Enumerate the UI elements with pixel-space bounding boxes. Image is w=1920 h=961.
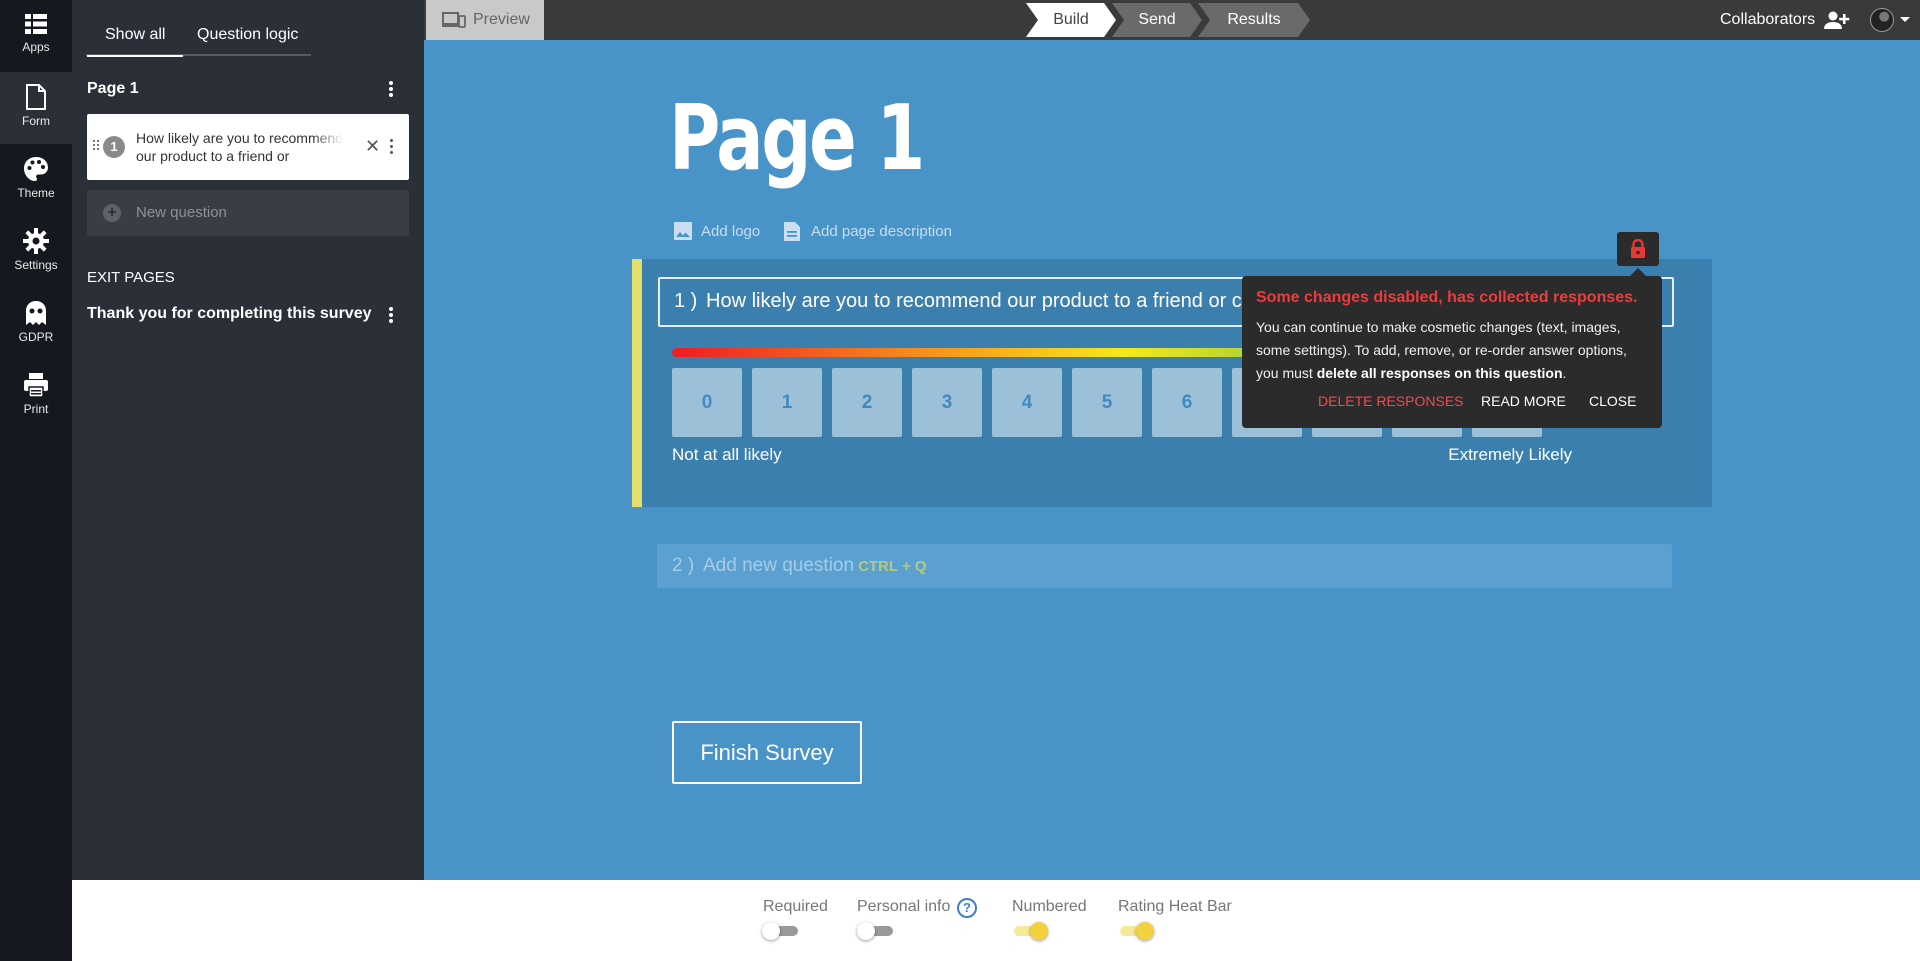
- app-rail: Apps Form Theme Settings GDPR Print: [0, 0, 72, 961]
- tab-show-all[interactable]: Show all: [86, 26, 185, 57]
- scale-option[interactable]: 3: [912, 368, 982, 437]
- rail-label: Print: [23, 402, 49, 416]
- step-send[interactable]: Send: [1112, 3, 1202, 37]
- description-icon: [784, 222, 800, 241]
- avatar[interactable]: [1870, 8, 1894, 32]
- question-2-placeholder: Add new question CTRL + Q: [703, 555, 927, 576]
- scale-option[interactable]: 0: [672, 368, 742, 437]
- lock-icon: [1631, 239, 1645, 258]
- numbered-label: Numbered: [1012, 898, 1087, 915]
- rating-heat-bar-toggle[interactable]: [1116, 922, 1154, 940]
- rail-item-form[interactable]: Form: [0, 72, 72, 144]
- personal-info-label: Personal info: [857, 898, 951, 915]
- active-question-accent: [632, 259, 642, 507]
- remove-question-icon[interactable]: ✕: [365, 136, 380, 157]
- apps-grid-icon: [25, 14, 47, 34]
- palette-icon: [24, 157, 48, 181]
- page-title[interactable]: Page 1: [669, 84, 925, 194]
- rail-item-theme[interactable]: Theme: [0, 144, 72, 216]
- plus-icon: +: [103, 204, 121, 222]
- question-1-number: 1 ): [674, 290, 698, 312]
- add-new-question-field[interactable]: 2 ) Add new question CTRL + Q: [657, 544, 1672, 588]
- question-card[interactable]: 1 How likely are you to recommend our pr…: [87, 114, 409, 180]
- scale-option[interactable]: 1: [752, 368, 822, 437]
- shortcut-hint: CTRL + Q: [858, 558, 927, 575]
- step-build[interactable]: Build: [1026, 3, 1116, 37]
- add-logo-label: Add logo: [701, 223, 761, 240]
- rail-label: Settings: [14, 258, 58, 272]
- rail-label: Theme: [17, 186, 55, 200]
- question-options-bar: Required Personal info ? Numbered Rating…: [72, 880, 1920, 961]
- question-menu-icon[interactable]: [381, 137, 401, 157]
- preview-button[interactable]: Preview: [426, 0, 544, 40]
- personal-info-toggle[interactable]: [857, 922, 893, 940]
- new-question-button[interactable]: + New question: [87, 190, 409, 236]
- scale-option[interactable]: 2: [832, 368, 902, 437]
- question-panel: Show all Question logic Page 1 1 How lik…: [72, 0, 424, 880]
- panel-tabs: Show all Question logic: [86, 20, 311, 57]
- printer-icon: [24, 373, 48, 398]
- question-card-text: How likely are you to recommend our prod…: [136, 130, 343, 167]
- locked-question-button[interactable]: [1617, 232, 1659, 266]
- scale-option[interactable]: 4: [992, 368, 1062, 437]
- document-icon: [26, 84, 46, 110]
- required-toggle[interactable]: [762, 922, 798, 940]
- help-icon[interactable]: ?: [957, 898, 977, 918]
- question-2-number: 2 ): [672, 555, 695, 576]
- collaborators-button[interactable]: Collaborators: [1720, 11, 1815, 29]
- high-anchor-label: Extremely Likely: [1448, 445, 1572, 464]
- add-description-label: Add page description: [811, 223, 952, 240]
- preview-label: Preview: [473, 11, 530, 28]
- page-menu-icon[interactable]: [381, 79, 401, 99]
- ghost-icon: [26, 301, 46, 325]
- question-number-badge: 1: [103, 136, 125, 158]
- finish-survey-button[interactable]: Finish Survey: [672, 721, 862, 784]
- changes-disabled-tooltip: Some changes disabled, has collected res…: [1242, 268, 1662, 428]
- rail-label: GDPR: [18, 330, 54, 344]
- rail-item-gdpr[interactable]: GDPR: [0, 288, 72, 360]
- numbered-toggle[interactable]: [1010, 922, 1048, 940]
- new-question-label: New question: [136, 204, 227, 221]
- rail-label: Apps: [22, 40, 50, 54]
- exit-page-menu-icon[interactable]: [381, 305, 401, 325]
- read-more-button[interactable]: READ MORE: [1481, 393, 1566, 409]
- rail-label: Form: [22, 114, 50, 128]
- scale-option[interactable]: 5: [1072, 368, 1142, 437]
- gear-icon: [23, 228, 49, 254]
- tooltip-title: Some changes disabled, has collected res…: [1256, 289, 1638, 306]
- rail-item-settings[interactable]: Settings: [0, 216, 72, 288]
- image-icon: [674, 222, 692, 240]
- scale-option[interactable]: 6: [1152, 368, 1222, 437]
- drag-handle-icon[interactable]: [93, 140, 101, 152]
- question-1-text[interactable]: How likely are you to recommend our prod…: [706, 290, 1329, 313]
- rating-heat-bar-label: Rating Heat Bar: [1118, 898, 1232, 915]
- required-label: Required: [763, 898, 828, 915]
- rail-item-print[interactable]: Print: [0, 360, 72, 432]
- step-results[interactable]: Results: [1198, 3, 1310, 37]
- panel-page-heading: Page 1: [87, 80, 139, 97]
- delete-responses-button[interactable]: DELETE RESPONSES: [1318, 393, 1464, 409]
- exit-page-item[interactable]: Thank you for completing this survey: [87, 305, 372, 323]
- tab-question-logic[interactable]: Question logic: [197, 26, 298, 44]
- close-tooltip-button[interactable]: CLOSE: [1589, 393, 1636, 409]
- top-bar: Preview Build Send Results Collaborators: [424, 0, 1920, 40]
- low-anchor-label: Not at all likely: [672, 445, 782, 464]
- chevron-down-icon[interactable]: [1900, 17, 1910, 22]
- add-user-icon[interactable]: [1824, 10, 1850, 30]
- devices-icon: [442, 12, 466, 28]
- tooltip-body: You can continue to make cosmetic change…: [1256, 319, 1627, 381]
- rail-item-apps[interactable]: Apps: [0, 0, 72, 72]
- exit-pages-heading: EXIT PAGES: [87, 269, 175, 286]
